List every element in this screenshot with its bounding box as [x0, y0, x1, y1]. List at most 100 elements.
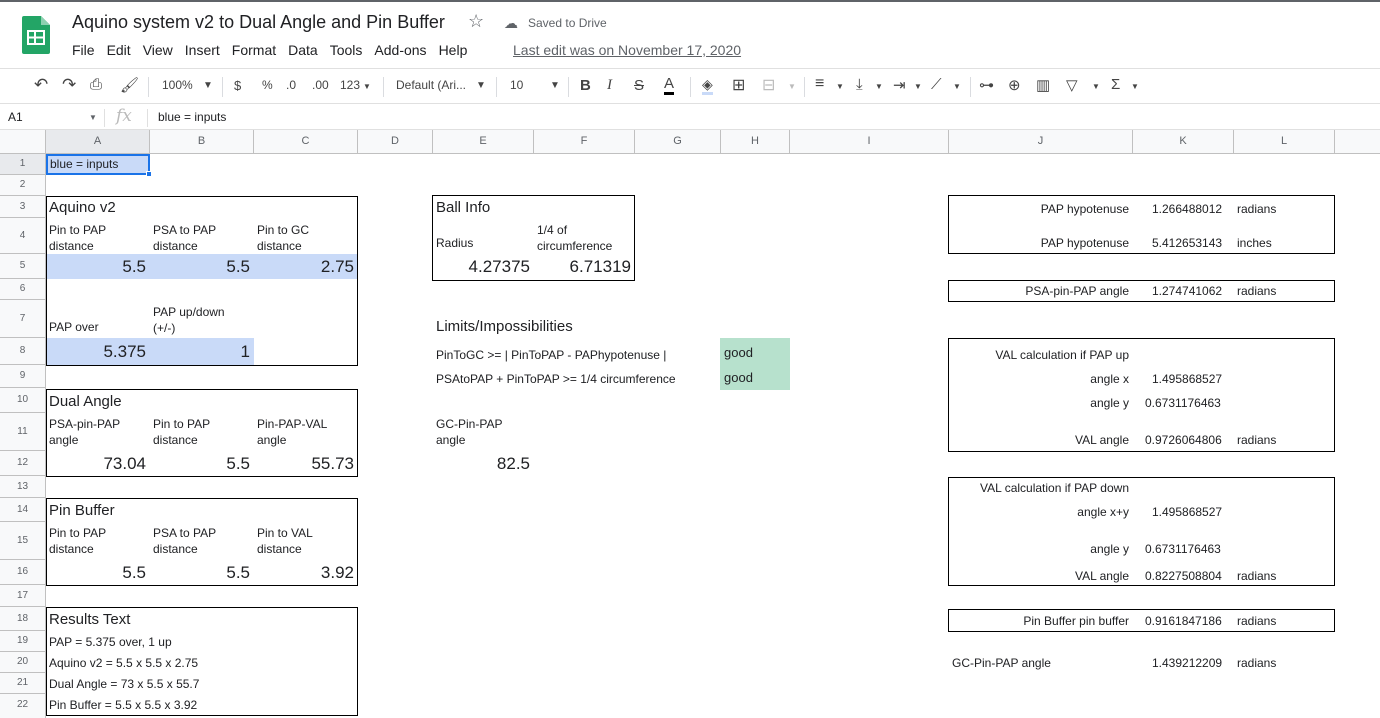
row-header-10[interactable]: 10 [0, 388, 46, 413]
row-header-1[interactable]: 1 [0, 154, 46, 175]
results-line-2[interactable]: Aquino v2 = 5.5 x 5.5 x 2.75 [49, 656, 198, 670]
pap-hyp-radians-label[interactable]: PAP hypotenuse [949, 202, 1129, 216]
name-box-dropdown-icon[interactable]: ▼ [89, 113, 97, 122]
val-down-title[interactable]: VAL calculation if PAP down [949, 481, 1129, 495]
val-up-x-value[interactable]: 1.495868527 [1152, 372, 1222, 386]
val-up-angle-value[interactable]: 0.9726064806 [1145, 433, 1222, 447]
zoom-dropdown-icon[interactable]: ▼ [203, 80, 213, 91]
row-header-20[interactable]: 20 [0, 652, 46, 673]
name-box[interactable]: A1 [8, 110, 23, 124]
val-down-y-value[interactable]: 0.6731176463 [1145, 542, 1221, 556]
row-header-11[interactable]: 11 [0, 413, 46, 451]
row-header-6[interactable]: 6 [0, 279, 46, 300]
aquino-pin-gc-value[interactable]: 2.75 [254, 257, 354, 277]
pap-hyp-inches-value[interactable]: 5.412653143 [1152, 236, 1222, 250]
val-up-y-label[interactable]: angle y [949, 396, 1129, 410]
row-header-17[interactable]: 17 [0, 585, 46, 607]
last-edit-link[interactable]: Last edit was on November 17, 2020 [513, 42, 741, 58]
ball-radius-value[interactable]: 4.27375 [433, 257, 530, 277]
val-down-angle-label[interactable]: VAL angle [949, 569, 1129, 583]
pin-buffer-title[interactable]: Pin Buffer [49, 502, 115, 519]
buffer-pin-pap-label[interactable]: Pin to PAP distance [49, 525, 106, 557]
column-header-g[interactable]: G [635, 130, 721, 154]
column-header-f[interactable]: F [534, 130, 635, 154]
gc-pin-pap-label[interactable]: GC-Pin-PAP angle [436, 416, 502, 448]
column-header-d[interactable]: D [358, 130, 433, 154]
pap-hyp-inches-unit[interactable]: inches [1237, 236, 1272, 250]
fill-color-icon[interactable]: ◈ [702, 76, 713, 95]
gc-pin-pap-calc-value[interactable]: 1.439212209 [1152, 656, 1222, 670]
menu-addons[interactable]: Add-ons [374, 42, 426, 58]
document-title[interactable]: Aquino system v2 to Dual Angle and Pin B… [72, 12, 445, 33]
text-color-icon[interactable]: A [664, 75, 675, 95]
column-header-a[interactable]: A [46, 130, 150, 154]
menu-help[interactable]: Help [439, 42, 468, 58]
val-up-title[interactable]: VAL calculation if PAP up [949, 348, 1129, 362]
gc-pin-pap-calc-unit[interactable]: radians [1237, 656, 1276, 670]
menu-tools[interactable]: Tools [330, 42, 363, 58]
row-header-9[interactable]: 9 [0, 365, 46, 388]
vertical-align-icon[interactable]: ⤓ [856, 76, 863, 93]
filter-icon[interactable]: ▽ [1066, 76, 1078, 94]
pap-updown-label[interactable]: PAP up/down (+/-) [153, 304, 225, 336]
row-header-19[interactable]: 19 [0, 631, 46, 652]
row-header-13[interactable]: 13 [0, 476, 46, 498]
select-all-corner[interactable] [0, 130, 46, 154]
row-header-15[interactable]: 15 [0, 522, 46, 560]
merge-cells-icon[interactable]: ⊟ [762, 75, 775, 95]
strikethrough-icon[interactable]: S [634, 77, 644, 94]
bold-icon[interactable]: B [580, 77, 591, 94]
increase-decimal-button[interactable]: .00 [312, 78, 329, 92]
results-line-4[interactable]: Pin Buffer = 5.5 x 5.5 x 3.92 [49, 698, 197, 712]
menu-view[interactable]: View [143, 42, 173, 58]
dual-psa-pin-pap-value[interactable]: 73.04 [46, 454, 146, 474]
ball-quarter-circ-value[interactable]: 6.71319 [534, 257, 631, 277]
aquino-title[interactable]: Aquino v2 [49, 199, 116, 216]
row-header-12[interactable]: 12 [0, 451, 46, 476]
row-header-5[interactable]: 5 [0, 254, 46, 279]
row-header-21[interactable]: 21 [0, 673, 46, 694]
fill-handle[interactable] [146, 171, 152, 177]
merge-dropdown-icon[interactable]: ▼ [788, 82, 796, 91]
val-up-y-value[interactable]: 0.6731176463 [1145, 396, 1221, 410]
text-rotation-icon[interactable]: ⟋ [931, 76, 942, 93]
val-up-angle-unit[interactable]: radians [1237, 433, 1276, 447]
insert-chart-icon[interactable]: ▥ [1036, 76, 1050, 94]
sheets-logo-icon[interactable] [22, 16, 50, 54]
buffer-psa-pap-value[interactable]: 5.5 [150, 563, 250, 583]
val-down-angle-value[interactable]: 0.8227508804 [1145, 569, 1222, 583]
pin-buffer-calc-unit[interactable]: radians [1237, 614, 1276, 628]
formula-input[interactable]: blue = inputs [158, 110, 226, 124]
pin-buffer-calc-label[interactable]: Pin Buffer pin buffer [949, 614, 1129, 628]
psa-pin-pap-unit[interactable]: radians [1237, 284, 1276, 298]
pap-hyp-radians-unit[interactable]: radians [1237, 202, 1276, 216]
insert-link-icon[interactable]: ⊶ [979, 76, 994, 94]
row-header-4[interactable]: 4 [0, 218, 46, 254]
dual-pin-pap-value[interactable]: 5.5 [150, 454, 250, 474]
aquino-pin-pap-value[interactable]: 5.5 [46, 257, 146, 277]
val-down-y-label[interactable]: angle y [949, 542, 1129, 556]
functions-icon[interactable]: Σ [1111, 76, 1120, 93]
row-header-16[interactable]: 16 [0, 560, 46, 585]
ball-info-title[interactable]: Ball Info [436, 199, 490, 216]
font-size-dropdown-icon[interactable]: ▼ [550, 80, 560, 91]
text-rotation-dropdown-icon[interactable]: ▼ [953, 82, 961, 91]
filter-dropdown-icon[interactable]: ▼ [1092, 82, 1100, 91]
aquino-pin-gc-label[interactable]: Pin to GC distance [257, 222, 309, 254]
zoom-select[interactable]: 100% [162, 78, 193, 92]
print-icon[interactable]: ⎙ [90, 76, 102, 93]
limit-result-1[interactable]: good [724, 345, 753, 360]
column-header-c[interactable]: C [254, 130, 358, 154]
column-header-k[interactable]: K [1133, 130, 1234, 154]
val-down-xy-label[interactable]: angle x+y [949, 505, 1129, 519]
row-header-8[interactable]: 8 [0, 338, 46, 365]
dual-psa-pin-pap-label[interactable]: PSA-pin-PAP angle [49, 416, 120, 448]
row-header-22[interactable]: 22 [0, 694, 46, 718]
row-header-3[interactable]: 3 [0, 196, 46, 218]
pap-hyp-radians-value[interactable]: 1.266488012 [1152, 202, 1222, 216]
font-select[interactable]: Default (Ari... [396, 78, 466, 92]
dual-pin-pap-val-value[interactable]: 55.73 [254, 454, 354, 474]
buffer-psa-pap-label[interactable]: PSA to PAP distance [153, 525, 216, 557]
row-header-7[interactable]: 7 [0, 300, 46, 338]
paint-format-icon[interactable]: 🖌 [120, 76, 139, 94]
